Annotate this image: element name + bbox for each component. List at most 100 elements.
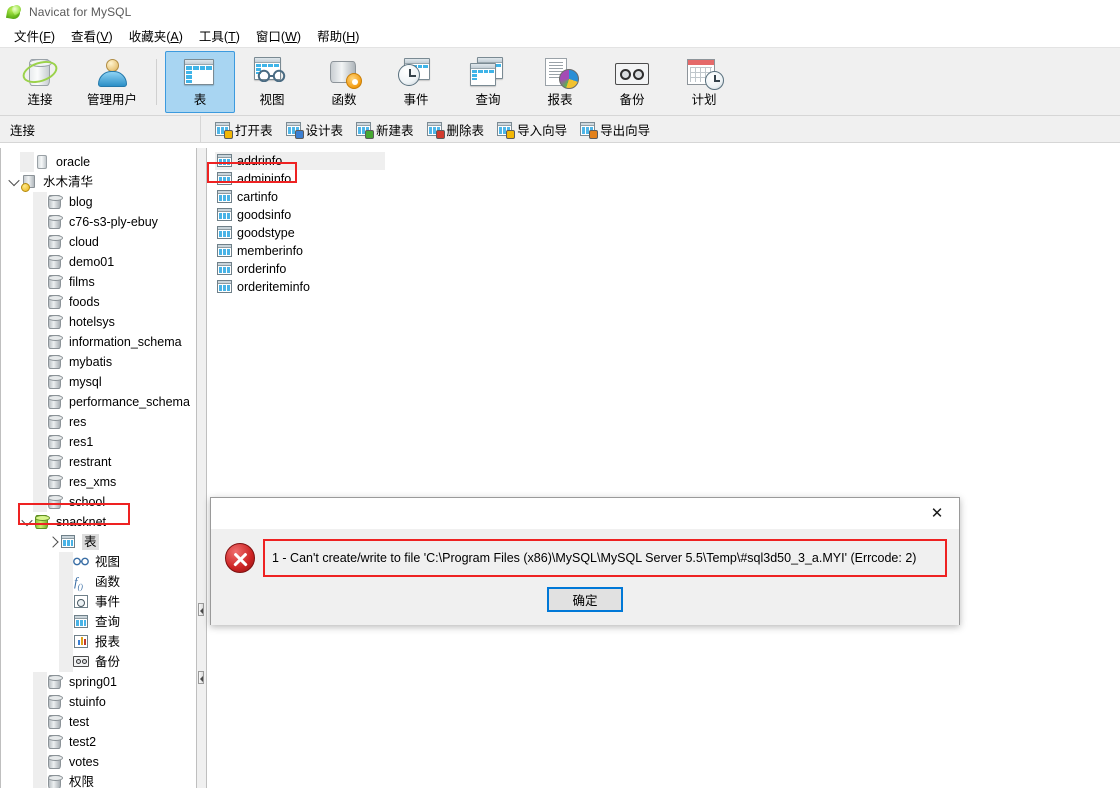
menu-item-mnemonic-close: ) [108, 30, 113, 44]
tree-node-水木清华[interactable]: 水木清华 [1, 172, 196, 192]
database-icon [47, 454, 64, 470]
tree-node-votes[interactable]: votes [1, 752, 196, 772]
toolbar-button-label: 查询 [475, 93, 501, 107]
toolbar-button-manage-users[interactable]: 管理用户 [77, 51, 147, 113]
database-icon [47, 774, 64, 788]
toolbar-button-connection[interactable]: 连接 [5, 51, 75, 113]
tree-node-label: 函数 [95, 575, 121, 589]
menu-item-5[interactable]: 窗口(W) [248, 24, 309, 47]
close-icon[interactable]: ✕ [915, 498, 959, 527]
toolbar-button-backup[interactable]: 备份 [597, 51, 667, 113]
action-open-table[interactable]: 打开表 [210, 117, 281, 142]
tree-node-c76-s3-ply-ebuy[interactable]: c76-s3-ply-ebuy [1, 212, 196, 232]
action-new-table[interactable]: 新建表 [351, 117, 422, 142]
table-list-item[interactable]: admininfo [215, 170, 385, 188]
tree-node-查询[interactable]: 查询 [1, 612, 196, 632]
chevron-down-icon[interactable] [7, 172, 21, 192]
table-list-item[interactable]: orderinfo [215, 260, 385, 278]
action-export-wizard[interactable]: 导出向导 [575, 117, 658, 142]
menu-item-6[interactable]: 帮助(H) [309, 24, 367, 47]
title-bar: Navicat for MySQL [0, 0, 1120, 24]
ok-button[interactable]: 确定 [547, 587, 623, 612]
menu-item-mnemonic-key: V [100, 30, 109, 44]
tree-node-restrant[interactable]: restrant [1, 452, 196, 472]
toolbar-button-query[interactable]: 查询 [453, 51, 523, 113]
views-folder-icon [73, 554, 90, 570]
tree-node-label: 备份 [95, 655, 121, 669]
tree-node-school[interactable]: school [1, 492, 196, 512]
tree-node-备份[interactable]: 备份 [1, 652, 196, 672]
tree-node-demo01[interactable]: demo01 [1, 252, 196, 272]
action-label: 导入向导 [517, 123, 568, 138]
tree-node-报表[interactable]: 报表 [1, 632, 196, 652]
toolbar-button-function[interactable]: 函数 [309, 51, 379, 113]
tree-node-test2[interactable]: test2 [1, 732, 196, 752]
toolbar-button-schedule[interactable]: 计划 [669, 51, 739, 113]
toolbar-button-report[interactable]: 报表 [525, 51, 595, 113]
table-list-item[interactable]: goodstype [215, 224, 385, 242]
action-design-table[interactable]: 设计表 [281, 117, 352, 142]
menu-item-4[interactable]: 工具(T) [191, 24, 248, 47]
table-list-item[interactable]: orderiteminfo [215, 278, 385, 296]
toolbar-button-table[interactable]: 表 [165, 50, 235, 113]
tree-node-视图[interactable]: 视图 [1, 552, 196, 572]
tree-node-label: 视图 [95, 555, 121, 569]
tree-node-foods[interactable]: foods [1, 292, 196, 312]
tree-node-res1[interactable]: res1 [1, 432, 196, 452]
menu-item-mnemonic-close: ) [355, 30, 360, 44]
tree-node-函数[interactable]: f() 函数 [1, 572, 196, 592]
tree-node-label: 权限 [69, 775, 95, 788]
toolbar-button-label: 报表 [547, 93, 573, 107]
database-icon [47, 234, 64, 250]
table-name-label: addrinfo [237, 153, 283, 168]
tree-node-spring01[interactable]: spring01 [1, 672, 196, 692]
tree-node-事件[interactable]: 事件 [1, 592, 196, 612]
pane-splitter[interactable] [197, 148, 207, 788]
tree-node-res_xms[interactable]: res_xms [1, 472, 196, 492]
tree-node-权限[interactable]: 权限 [1, 772, 196, 788]
table-list-item[interactable]: cartinfo [215, 188, 385, 206]
menu-item-2[interactable]: 查看(V) [63, 24, 121, 47]
tree-node-mybatis[interactable]: mybatis [1, 352, 196, 372]
toolbar-button-label: 连接 [27, 93, 53, 107]
toolbar-separator [156, 58, 157, 105]
tree-node-test[interactable]: test [1, 712, 196, 732]
table-list-item[interactable]: goodsinfo [215, 206, 385, 224]
action-delete-table[interactable]: 删除表 [422, 117, 493, 142]
tree-node-stuinfo[interactable]: stuinfo [1, 692, 196, 712]
splitter-collapse-handle-bottom[interactable] [198, 671, 204, 684]
table-list-item[interactable]: memberinfo [215, 242, 385, 260]
tree-node-performance_schema[interactable]: performance_schema [1, 392, 196, 412]
chevron-down-icon[interactable] [20, 512, 34, 532]
tree-node-res[interactable]: res [1, 412, 196, 432]
action-label: 删除表 [446, 123, 485, 138]
tree-node-oracle[interactable]: oracle [1, 152, 196, 172]
tree-node-blog[interactable]: blog [1, 192, 196, 212]
tables-folder-icon [60, 534, 77, 550]
toolbar-button-view[interactable]: 视图 [237, 51, 307, 113]
tree-node-hotelsys[interactable]: hotelsys [1, 312, 196, 332]
menu-item-mnemonic-key: T [228, 30, 236, 44]
tree-node-films[interactable]: films [1, 272, 196, 292]
splitter-collapse-handle-top[interactable] [198, 603, 204, 616]
menu-item-1[interactable]: 文件(F) [6, 24, 63, 47]
menu-item-3[interactable]: 收藏夹(A) [121, 24, 191, 47]
chevron-right-icon[interactable] [46, 532, 60, 552]
action-import-wizard[interactable]: 导入向导 [492, 117, 575, 142]
table-actions: 打开表 设计表 新建表 删除表 导入向导 导出向导 [201, 116, 1120, 142]
connection-tree-pane[interactable]: oracle 水木清华 blog c76-s3-ply-ebuy cloud demo01… [0, 148, 197, 788]
tree-node-snacknet[interactable]: snacknet [1, 512, 196, 532]
tree-node-label: res_xms [69, 475, 117, 489]
database-icon [47, 354, 64, 370]
table-list-item[interactable]: addrinfo [215, 152, 385, 170]
tree-node-表[interactable]: 表 [1, 532, 196, 552]
tree-node-label: snacknet [56, 515, 107, 529]
toolbar-button-event[interactable]: 事件 [381, 51, 451, 113]
table-icon [217, 154, 233, 168]
tree-node-information_schema[interactable]: information_schema [1, 332, 196, 352]
tree-node-mysql[interactable]: mysql [1, 372, 196, 392]
table-icon [217, 190, 233, 204]
toolbar-button-label: 计划 [691, 93, 717, 107]
tree-node-cloud[interactable]: cloud [1, 232, 196, 252]
backups-folder-icon [73, 654, 90, 670]
